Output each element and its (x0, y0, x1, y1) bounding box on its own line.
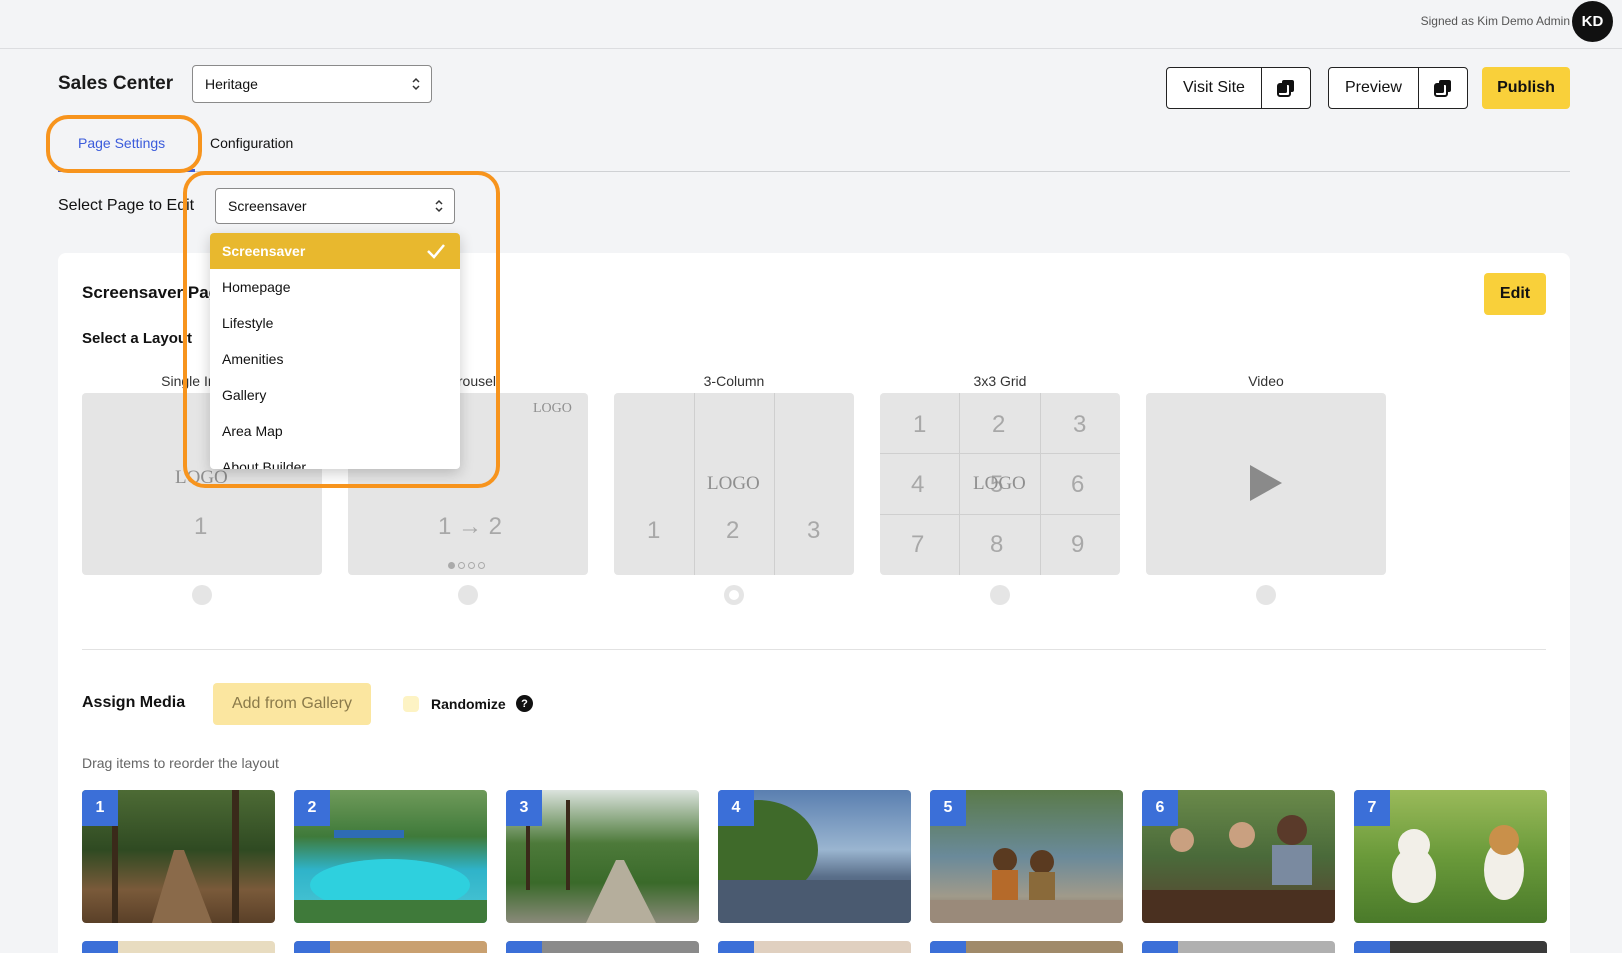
chevron-updown-icon (412, 77, 420, 91)
divider (82, 649, 1546, 650)
media-thumbnail[interactable] (294, 941, 487, 953)
media-index-badge: 6 (1142, 790, 1178, 826)
media-thumbnail[interactable] (1142, 941, 1335, 953)
randomize-label: Randomize (431, 696, 506, 712)
page-title: Sales Center (58, 73, 174, 94)
layout-radio[interactable] (192, 585, 212, 605)
layout-name: Video (1248, 373, 1284, 389)
media-thumbnail[interactable]: 2 (294, 790, 487, 923)
layout-option-video[interactable]: Video (1146, 373, 1386, 605)
tab-configuration[interactable]: Configuration (210, 135, 293, 151)
site-select-value: Heritage (205, 76, 258, 92)
media-thumbnail[interactable] (1354, 941, 1547, 953)
media-index-badge: 7 (1354, 790, 1390, 826)
media-index-badge: 4 (718, 790, 754, 826)
layout-preview: 1 2 3 4 5 6 7 8 9 LOGO (880, 393, 1120, 575)
site-select[interactable]: Heritage (192, 65, 432, 103)
layout-preview (1146, 393, 1386, 575)
assign-media-label: Assign Media (82, 694, 186, 711)
help-icon[interactable]: ? (516, 695, 533, 712)
media-thumbnail[interactable]: 6 (1142, 790, 1335, 923)
media-thumbnail[interactable] (930, 941, 1123, 953)
layout-name: 3x3 Grid (973, 373, 1027, 389)
edit-button[interactable]: Edit (1484, 273, 1546, 315)
media-index-badge: 1 (82, 790, 118, 826)
visit-site-button[interactable]: Visit Site (1167, 68, 1262, 108)
copy-icon (1433, 80, 1451, 97)
tab-bar: Page Settings Configuration (58, 120, 1570, 172)
drag-hint: Drag items to reorder the layout (82, 755, 279, 771)
layout-preview: LOGO 1 2 3 (614, 393, 854, 575)
logo-placeholder: LOGO (707, 473, 760, 494)
signed-in-user: Signed as Kim Demo Admin (1420, 14, 1570, 28)
media-thumbnail[interactable] (82, 941, 275, 953)
layout-label: Select a Layout (82, 330, 193, 347)
media-thumbnail[interactable]: 7 (1354, 790, 1547, 923)
layout-option-3x3-grid[interactable]: 3x3 Grid 1 2 3 4 5 6 7 8 9 LOGO (880, 373, 1120, 605)
media-index-badge: 2 (294, 790, 330, 826)
publish-button[interactable]: Publish (1482, 67, 1570, 109)
slot-number: 1 (194, 513, 208, 540)
select-page-label: Select Page to Edit (58, 197, 195, 214)
layout-option-3-column[interactable]: 3-Column LOGO 1 2 3 (614, 373, 854, 605)
media-thumbnail[interactable]: 3 (506, 790, 699, 923)
annotation-highlight-dropdown (183, 171, 500, 488)
media-thumbnail[interactable] (506, 941, 699, 953)
layout-radio-selected[interactable] (724, 585, 744, 605)
layout-radio[interactable] (458, 585, 478, 605)
carousel-dots (448, 562, 485, 569)
play-icon (1250, 465, 1282, 501)
preview-button[interactable]: Preview (1329, 68, 1419, 108)
media-thumbnail[interactable]: 4 (718, 790, 911, 923)
add-from-gallery-button[interactable]: Add from Gallery (213, 683, 371, 725)
annotation-highlight-tab (46, 115, 202, 173)
layout-name: 3-Column (703, 373, 765, 389)
logo-placeholder: LOGO (533, 401, 572, 416)
media-thumbnail[interactable] (718, 941, 911, 953)
logo-placeholder: LOGO (973, 473, 1026, 494)
visit-site-copy-button[interactable] (1262, 68, 1310, 108)
copy-icon (1276, 80, 1294, 97)
layout-radio[interactable] (990, 585, 1010, 605)
top-bar: Signed as Kim Demo Admin KD (0, 0, 1622, 49)
preview-copy-button[interactable] (1419, 68, 1467, 108)
randomize-checkbox[interactable] (403, 696, 419, 712)
media-thumbnail[interactable]: 5 (930, 790, 1123, 923)
media-thumbnail[interactable]: 1 (82, 790, 275, 923)
preview-group: Preview (1328, 67, 1468, 109)
layout-radio[interactable] (1256, 585, 1276, 605)
avatar[interactable]: KD (1572, 1, 1613, 42)
media-index-badge: 3 (506, 790, 542, 826)
visit-site-group: Visit Site (1166, 67, 1311, 109)
media-index-badge: 5 (930, 790, 966, 826)
carousel-caption: 1 → 2 (438, 513, 503, 540)
